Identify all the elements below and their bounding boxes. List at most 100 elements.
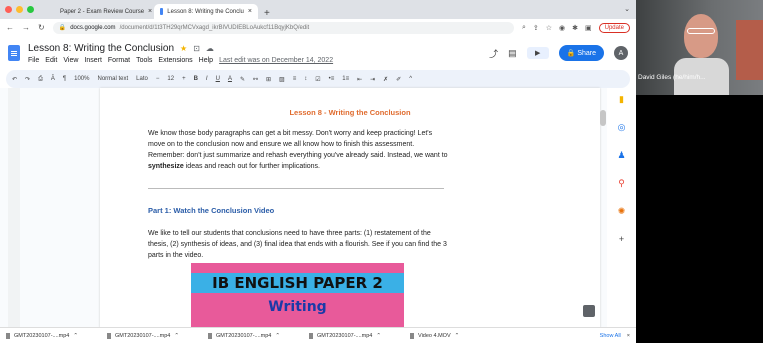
download-name: GMT20230107-....mp4 (216, 332, 272, 339)
url-field[interactable]: 🔒 docs.google.com/document/d/1t3TH29qrMC… (52, 21, 514, 34)
font-size-decrease-icon[interactable]: − (156, 76, 160, 82)
last-edit-link[interactable]: Last edit was on December 14, 2022 (219, 57, 333, 64)
print-icon[interactable]: ⎙ (38, 76, 43, 83)
spellcheck-icon[interactable]: Ă (51, 76, 55, 82)
indent-icon[interactable]: ⇤ (357, 76, 362, 83)
update-button[interactable]: Update (598, 22, 630, 33)
style-select[interactable]: Normal text (97, 76, 128, 82)
tab-list-chevron-icon[interactable]: ⌄ (624, 5, 630, 13)
activity-icon[interactable]: ⤴ (489, 47, 498, 60)
zoom-select[interactable]: 100% (74, 76, 89, 82)
tasks-icon[interactable]: ◎ (618, 122, 626, 133)
download-name: GMT20230107-....mp4 (317, 332, 373, 339)
menu-extensions[interactable]: Extensions (158, 57, 192, 64)
video-thumbnail[interactable]: IB ENGLISH PAPER 2 Writing (191, 263, 404, 333)
bold-button[interactable]: B (194, 76, 198, 82)
meet-icon[interactable]: ▶ (526, 47, 549, 59)
clear-format-icon[interactable]: ✗ (383, 76, 388, 83)
chevron-up-icon[interactable]: ⌃ (73, 333, 78, 339)
close-window-button[interactable] (5, 6, 12, 13)
extension-icon[interactable]: ◉ (559, 24, 565, 32)
text-color-button[interactable]: A (228, 76, 232, 82)
download-item[interactable]: GMT20230107-....mp4 ⌃ (107, 332, 208, 339)
chevron-up-icon[interactable]: ⌃ (376, 333, 381, 339)
url-host: docs.google.com (70, 24, 116, 31)
close-tab-icon[interactable]: × (248, 8, 252, 15)
explore-button[interactable] (583, 305, 595, 317)
browser-tab-2[interactable]: Lesson 8: Writing the Conclu × (154, 4, 258, 19)
document-canvas[interactable]: Lesson 8 - Writing the Conclusion We kno… (0, 88, 607, 333)
reload-icon[interactable]: ↻ (38, 23, 45, 32)
numbered-list-icon[interactable]: 1≡ (342, 76, 349, 82)
menu-insert[interactable]: Insert (84, 57, 102, 64)
close-downloads-icon[interactable]: × (627, 333, 630, 339)
download-item[interactable]: Video 4.MOV ⌃ (410, 332, 511, 339)
chevron-up-icon[interactable]: ⌃ (174, 333, 179, 339)
avatar[interactable]: A (614, 46, 628, 60)
keep-icon[interactable]: ▮ (619, 94, 624, 105)
browser-tab-1[interactable]: Paper 2 - Exam Review Course × (50, 4, 154, 19)
participant-head (684, 14, 718, 58)
maps-icon[interactable]: ⚲ (618, 178, 625, 189)
share-button[interactable]: 🔒 Share (558, 45, 604, 61)
line-spacing-icon[interactable]: ↕ (304, 76, 307, 82)
align-icon[interactable]: ≡ (293, 76, 297, 82)
menu-edit[interactable]: Edit (45, 57, 57, 64)
share-page-icon[interactable]: ⇪ (533, 24, 539, 32)
star-icon[interactable]: ★ (180, 44, 187, 53)
vertical-scrollbar[interactable] (600, 110, 606, 126)
close-tab-icon[interactable]: × (148, 8, 152, 15)
maximize-window-button[interactable] (27, 6, 34, 13)
font-size-field[interactable]: 12 (167, 76, 174, 82)
download-item[interactable]: GMT20230107-....mp4 ⌃ (208, 332, 309, 339)
bullet-list-icon[interactable]: •≡ (329, 76, 335, 82)
italic-button[interactable]: I (206, 76, 208, 82)
undo-icon[interactable]: ↶ (12, 76, 17, 83)
search-icon[interactable]: ⌕ (522, 24, 526, 32)
editing-mode-icon[interactable]: ✐ (396, 76, 401, 83)
comment-icon[interactable]: ⊞ (266, 76, 271, 83)
format-toolbar: ↶ ↷ ⎙ Ă ¶ 100% Normal text Lato − 12 + B… (6, 70, 630, 88)
menu-file[interactable]: File (28, 57, 39, 64)
comments-icon[interactable]: ▤ (508, 48, 517, 59)
new-tab-button[interactable]: + (258, 8, 276, 19)
addon-icon[interactable]: ✺ (618, 206, 626, 217)
cloud-status-icon[interactable]: ☁ (206, 44, 214, 53)
collapse-icon[interactable]: ^ (409, 76, 412, 82)
minimize-window-button[interactable] (16, 6, 23, 13)
back-icon[interactable]: ← (6, 23, 14, 32)
menu-format[interactable]: Format (108, 57, 130, 64)
show-all-button[interactable]: Show All (600, 333, 621, 339)
document-title[interactable]: Lesson 8: Writing the Conclusion (28, 43, 174, 54)
link-icon[interactable]: ⚯ (253, 76, 258, 83)
bookmark-star-icon[interactable]: ☆ (546, 24, 552, 32)
video-participant-tile[interactable]: David Giles (he/him/h... (636, 0, 763, 95)
document-page[interactable]: Lesson 8 - Writing the Conclusion We kno… (100, 88, 600, 333)
add-addon-icon[interactable]: + (619, 234, 624, 244)
redo-icon[interactable]: ↷ (25, 76, 30, 83)
menu-help[interactable]: Help (199, 57, 213, 64)
image-icon[interactable]: ▨ (279, 76, 285, 83)
font-select[interactable]: Lato (136, 76, 148, 82)
font-size-increase-icon[interactable]: + (182, 76, 186, 82)
download-item[interactable]: GMT20230107-....mp4 ⌃ (309, 332, 410, 339)
sidebar-icon[interactable]: ▣ (585, 24, 592, 32)
side-panel-icons: ▮ ◎ ♟ ⚲ ✺ + (607, 88, 636, 328)
puzzle-icon[interactable]: ✱ (572, 24, 578, 32)
outdent-icon[interactable]: ⇥ (370, 76, 375, 83)
menu-tools[interactable]: Tools (136, 57, 152, 64)
contacts-icon[interactable]: ♟ (617, 150, 625, 161)
download-item[interactable]: GMT20230107-....mp4 ⌃ (6, 332, 107, 339)
menu-view[interactable]: View (63, 57, 78, 64)
highlight-icon[interactable]: ✎ (240, 76, 245, 83)
paint-format-icon[interactable]: ¶ (63, 76, 66, 82)
part1-heading: Part 1: Watch the Conclusion Video (148, 206, 275, 215)
underline-button[interactable]: U (216, 76, 220, 82)
chevron-up-icon[interactable]: ⌃ (455, 333, 460, 339)
checklist-icon[interactable]: ☑ (315, 76, 320, 83)
docs-header: Lesson 8: Writing the Conclusion ★ ⊡ ☁ F… (0, 36, 636, 70)
google-docs-icon[interactable] (8, 45, 20, 61)
chevron-up-icon[interactable]: ⌃ (275, 333, 280, 339)
forward-icon[interactable]: → (22, 23, 30, 32)
move-folder-icon[interactable]: ⊡ (193, 44, 200, 53)
